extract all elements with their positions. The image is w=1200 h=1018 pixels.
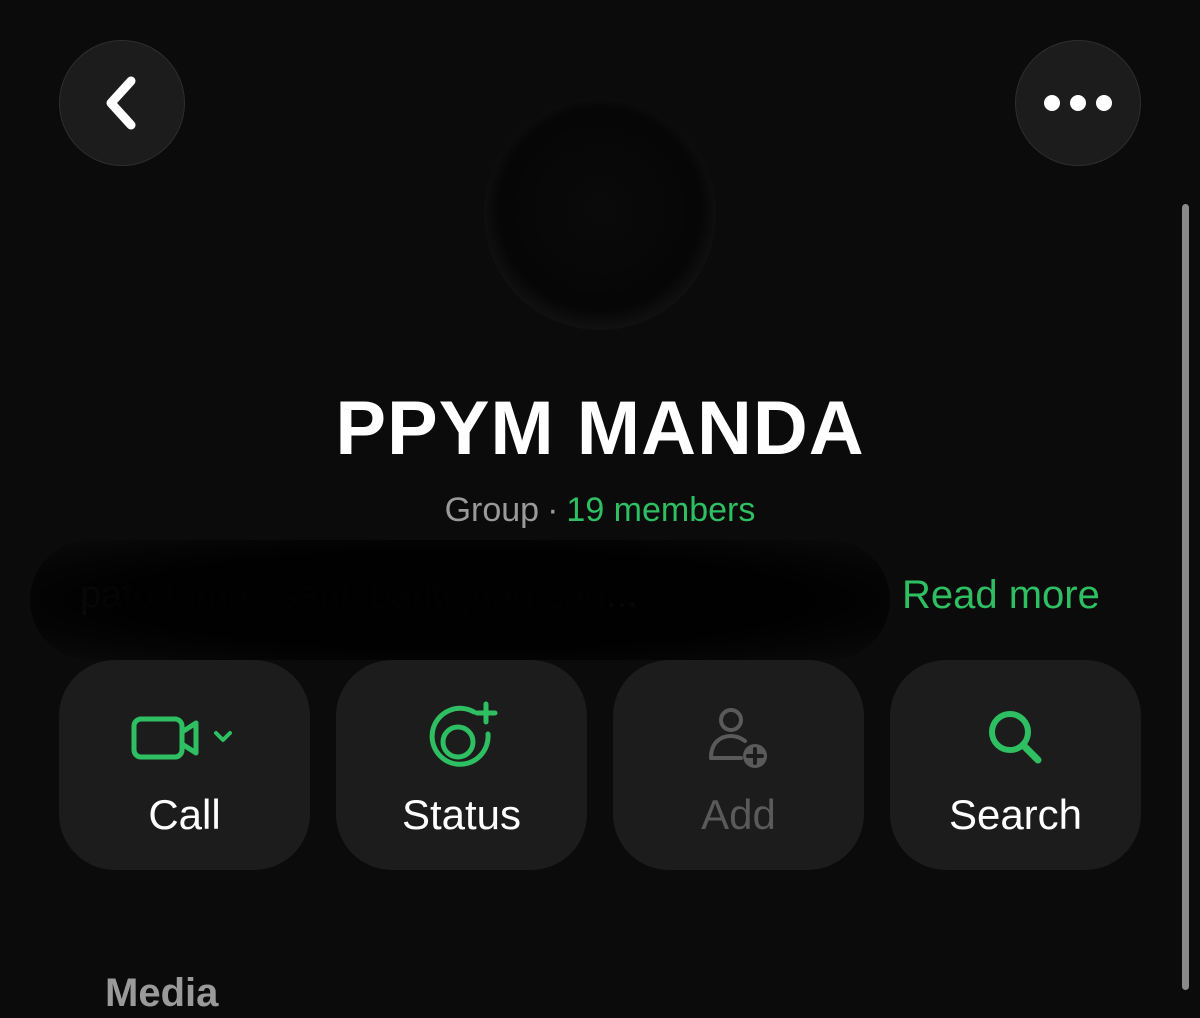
call-button[interactable]: Call (59, 660, 310, 870)
scrollbar[interactable] (1182, 204, 1189, 990)
ellipsis-icon (1044, 95, 1112, 111)
add-label: Add (701, 791, 776, 838)
search-icon (988, 711, 1041, 764)
members-link[interactable]: 19 members (566, 491, 755, 529)
status-button[interactable]: Status (336, 660, 587, 870)
group-type: Group (444, 491, 540, 529)
chevron-down-icon (213, 731, 232, 742)
search-button[interactable]: Search (890, 660, 1141, 870)
description-text: pato tomas santi bauti juan san (80, 574, 607, 616)
group-name: PPYM MANDA (335, 386, 865, 471)
action-buttons: Call Status Add Search (59, 660, 1141, 870)
group-subtitle: Group · 19 members (0, 488, 1200, 532)
add-member-button[interactable]: Add (613, 660, 864, 870)
description-ellipsis: ... (606, 574, 638, 616)
status-label: Status (401, 791, 522, 838)
read-more-link[interactable]: Read more (902, 570, 1100, 620)
separator: · (547, 491, 559, 529)
search-label: Search (948, 791, 1083, 838)
more-options-button[interactable] (1015, 40, 1141, 166)
media-section-title: Media (105, 971, 219, 1015)
video-camera-icon (131, 716, 232, 760)
back-button[interactable] (59, 40, 185, 166)
call-label: Call (148, 791, 221, 838)
group-avatar[interactable] (484, 98, 716, 330)
add-person-icon (708, 708, 767, 768)
status-add-icon (429, 701, 497, 767)
chevron-left-icon (106, 76, 136, 130)
